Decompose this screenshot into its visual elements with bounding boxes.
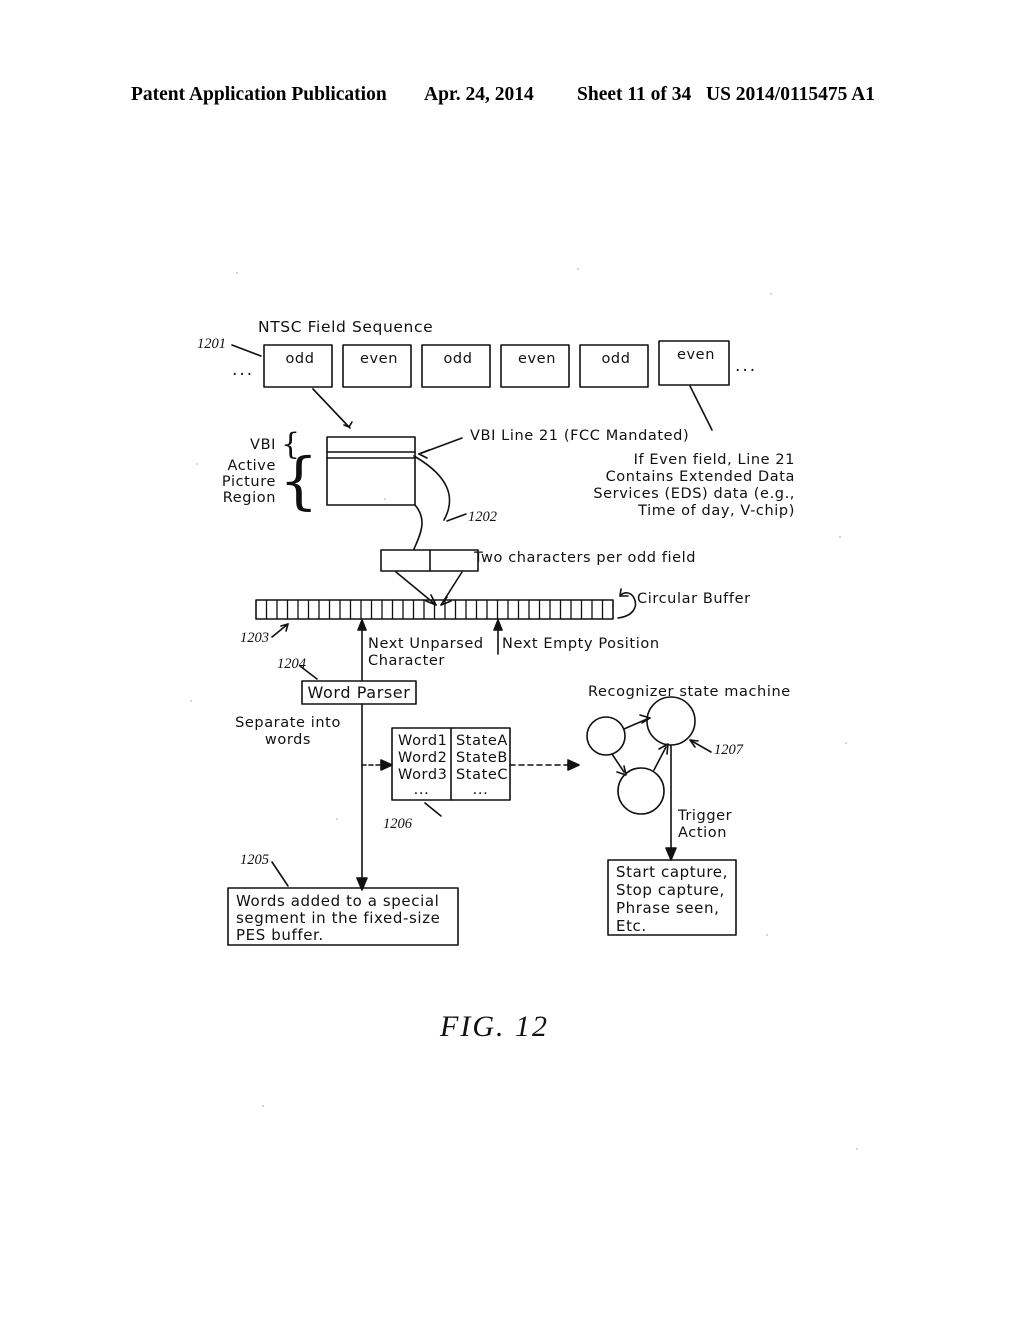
transition-left-to-top [623,718,648,730]
separate-note-line-1: Separate into [235,715,341,731]
scan-speck [856,1148,858,1150]
patent-page: Patent Application Publication Apr. 24, … [0,0,1024,1320]
scan-speck [766,934,768,936]
field-sequence-leading-ellipsis: ... [232,360,255,380]
leader-1206 [424,802,442,817]
ref-1204: 1204 [277,656,306,672]
active-region-brace: { [279,444,319,517]
figure-12-drawing: NTSC Field Sequence 1201 ... ... odd eve… [0,0,1024,1320]
pointer-next-unparsed-arrow [357,619,367,631]
field-label-3: odd [443,351,473,367]
leader-1207 [689,739,712,753]
scan-speck [236,272,238,274]
state-circle-top [646,696,696,746]
field-label-1: odd [285,351,315,367]
eds-note-line-3: Services (EDS) data (e.g., [593,486,795,502]
field-label-6: even [676,347,715,363]
trigger-action-arrow [665,847,677,861]
ref-1202: 1202 [468,509,497,525]
scan-speck [336,818,338,820]
field-label-5: odd [601,351,631,367]
figure-title: NTSC Field Sequence [258,318,434,336]
scan-speck [190,700,192,702]
ref-1206: 1206 [383,816,412,832]
leader-even-to-eds [689,385,713,431]
vbi-label: VBI [250,437,276,453]
transition-bottom-to-top [653,746,667,771]
ref-1205: 1205 [240,852,269,868]
scan-speck [770,293,772,295]
table-cell-word-2: Word2 [398,750,448,766]
scan-speck [384,498,386,500]
field-sequence-trailing-ellipsis: ... [735,356,758,376]
pointer-label-next-unparsed-1: Next Unparsed [368,636,484,652]
active-region-label-1: Active [227,458,276,474]
scan-speck [262,1105,264,1107]
ref-1207: 1207 [714,742,743,758]
eds-note-line-2: Contains Extended Data [605,469,795,485]
eds-note-line-4: Time of day, V-chip) [638,503,795,519]
scan-speck [839,536,841,538]
leader-1202 [446,513,467,522]
state-circle-left [586,716,626,756]
table-cell-state-2: StateB [456,750,508,766]
table-cell-word-4: ... [413,782,430,798]
pointer-next-empty-arrow [493,619,503,631]
actions-box-line-2: Stop capture, [616,881,725,899]
table-cell-word-1: Word1 [398,733,448,749]
circular-buffer-label: Circular Buffer [637,591,751,607]
scan-speck [196,463,198,465]
actions-box-line-1: Start capture, [616,863,728,881]
char-pair-caption: Two characters per odd field [474,550,697,566]
recognizer-title: Recognizer state machine [588,684,791,700]
pes-box-line-3: PES buffer. [236,926,324,944]
frame-detail-box [326,436,416,506]
flow-table-to-recognizer-arrow [567,759,580,771]
figure-label: FIG. 12 [440,1010,549,1043]
word-parser-label: Word Parser [307,683,411,702]
field-label-2: even [359,351,398,367]
active-region-label-3: Region [222,490,276,506]
eds-note-line-1: If Even field, Line 21 [633,452,795,468]
active-region-label-2: Picture [221,474,276,490]
ref-1203: 1203 [240,630,269,646]
flow-parser-to-table-arrow [380,759,393,771]
field-label-4: even [517,351,556,367]
arrowhead-char2 [440,596,452,606]
leader-frame-to-charpair [413,504,423,550]
table-cell-state-1: StateA [456,733,508,749]
scan-speck [845,742,847,744]
circular-buffer-cells [265,599,604,620]
transition-left-to-bottom [611,753,625,773]
arrowhead-vbi-line21 [418,449,430,459]
ref-1201: 1201 [197,336,226,352]
leader-1205 [271,861,289,887]
pointer-label-next-empty: Next Empty Position [502,636,660,652]
separate-note-line-2: words [264,732,312,748]
actions-box-line-4: Etc. [616,917,647,935]
leader-1201 [231,344,262,357]
figure-vector-layer [227,340,737,946]
actions-box-line-3: Phrase seen, [616,899,720,917]
trigger-action-line-2: Action [678,825,728,841]
trigger-action-line-1: Trigger [678,808,733,824]
vbi-line21-callout: VBI Line 21 (FCC Mandated) [470,428,690,444]
leader-field-to-frame-line [312,388,351,429]
scan-speck [577,268,579,270]
table-cell-state-4: ... [472,782,489,798]
pointer-label-next-unparsed-2: Character [368,653,445,669]
